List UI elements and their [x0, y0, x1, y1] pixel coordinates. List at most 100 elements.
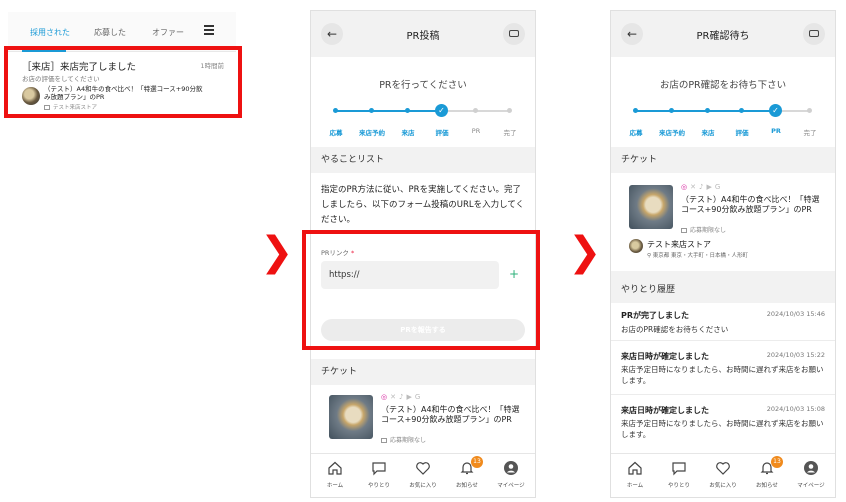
step-label-reserve: 来店予約	[659, 129, 685, 137]
nav-notifications[interactable]: 13 お知らせ	[445, 456, 489, 489]
tab-adopted[interactable]: 採用された	[30, 27, 70, 38]
flow-arrow-1: ❯	[260, 229, 294, 275]
page-title: PR投稿	[406, 31, 440, 42]
status-text: お店のPR確認をお待ち下さい	[659, 80, 787, 91]
hamburger-icon[interactable]	[204, 25, 214, 37]
instagram-icon: ◎	[381, 393, 391, 401]
ticket-name: （テスト）A4和牛の食べ比べ！「特選コース+90分飲み放題プラン」のPR	[381, 405, 520, 424]
nav-favorites-label: お気に入り	[409, 483, 437, 489]
nav-chat-label: やりとり	[667, 483, 690, 489]
chat-icon[interactable]	[803, 23, 825, 45]
chat-icon	[672, 462, 686, 476]
bottom-nav: ホーム やりとり お気に入り 13 お知らせ マイページ	[311, 453, 535, 497]
store-address: ⚲ 東京都 東京・大手町・日本橋・人形町	[647, 251, 748, 259]
user-icon	[504, 461, 518, 475]
chat-icon[interactable]	[503, 23, 525, 45]
nav-favorites-label: お気に入り	[709, 483, 737, 489]
progress-section: PRを行ってください ✓ 応募 来店予約 来店 評価 PR 完了	[311, 57, 535, 147]
step-dot-6	[507, 108, 512, 113]
status-text: PRを行ってください	[379, 80, 467, 91]
x-icon: ✕	[390, 393, 399, 401]
bottom-nav: ホーム やりとり お気に入り 13 お知らせ マイページ	[611, 453, 835, 497]
history-item: PRが完了しました 2024/10/03 15:46 お店のPR確認をお待ちくだ…	[611, 303, 835, 341]
sns-icons: ◎✕♪▶G	[381, 393, 423, 401]
history-title: 来店日時が確定しました	[621, 352, 709, 361]
home-icon	[328, 461, 342, 475]
x-icon: ✕	[690, 183, 699, 191]
step-label-review: 評価	[435, 129, 449, 137]
google-icon: G	[714, 183, 724, 191]
progress-section: お店のPR確認をお待ち下さい ✓ 応募 来店予約 来店 評価 PR 完了	[611, 57, 835, 147]
step-label-review: 評価	[735, 129, 749, 137]
chat-icon	[372, 462, 386, 476]
history-header: やりとり履歴	[611, 277, 835, 303]
step-check-icon: ✓	[435, 104, 448, 117]
instagram-icon: ◎	[681, 183, 691, 191]
step-check-icon: ✓	[769, 104, 782, 117]
nav-chat[interactable]: やりとり	[357, 460, 401, 489]
nav-chat-label: やりとり	[367, 483, 390, 489]
history-body: お店のPR確認をお待ちください	[621, 325, 729, 334]
todo-header: やることリスト	[311, 147, 535, 173]
step-label-visit: 来店	[401, 129, 415, 137]
ticket-header: チケット	[611, 147, 835, 173]
calendar-icon	[681, 228, 687, 233]
notification-badge: 13	[471, 456, 483, 468]
ticket-deadline-text: 応募期限なし	[390, 437, 427, 444]
todo-instructions: 指定のPR方法に従い、PRを実施してください。完了しましたら、以下のフォーム投稿…	[321, 185, 525, 225]
nav-notifications-label: お知らせ	[456, 483, 478, 489]
step-dot-4	[739, 108, 744, 113]
nav-favorites[interactable]: お気に入り	[701, 460, 745, 489]
tab-applied[interactable]: 応募した	[94, 27, 126, 38]
heart-icon	[416, 462, 430, 475]
tab-offers[interactable]: オファー	[152, 27, 184, 38]
google-icon: G	[414, 393, 424, 401]
heart-icon	[716, 462, 730, 475]
history-date: 2024/10/03 15:46	[766, 310, 825, 318]
step-dot-1	[333, 108, 338, 113]
history-item: 来店日時が確定しました 2024/10/03 15:22 来店予定日時になりまし…	[611, 341, 835, 395]
history-title: PRが完了しました	[621, 311, 690, 320]
nav-home[interactable]: ホーム	[613, 460, 657, 489]
nav-home[interactable]: ホーム	[313, 460, 357, 489]
ticket-deadline: 応募期限なし	[681, 225, 726, 234]
ticket-deadline: 応募期限なし	[381, 435, 426, 444]
history-item: 来店日時が確定しました 2024/10/03 15:08 来店予定日時になりまし…	[611, 395, 835, 455]
header: ← PR投稿	[311, 11, 535, 57]
notification-badge: 13	[771, 456, 783, 468]
nav-chat[interactable]: やりとり	[657, 460, 701, 489]
step-dot-1	[633, 108, 638, 113]
header: ← PR確認待ち	[611, 11, 835, 57]
nav-mypage-label: マイページ	[497, 483, 525, 489]
ticket-name: （テスト）A4和牛の食べ比べ！「特選コース+90分飲み放題プラン」のPR	[681, 195, 820, 214]
nav-mypage-label: マイページ	[797, 483, 825, 489]
history-title: 来店日時が確定しました	[621, 406, 709, 415]
step-label-apply: 応募	[629, 129, 643, 137]
step-label-visit: 来店	[701, 129, 715, 137]
ticket-thumbnail	[629, 185, 673, 229]
step-label-pr: PR	[471, 127, 481, 135]
nav-home-label: ホーム	[626, 483, 644, 489]
ticket-card[interactable]: ◎✕♪▶G （テスト）A4和牛の食べ比べ！「特選コース+90分飲み放題プラン」の…	[311, 385, 535, 455]
ticket-thumbnail	[329, 395, 373, 439]
page-title: PR確認待ち	[696, 31, 750, 42]
nav-mypage[interactable]: マイページ	[489, 460, 533, 489]
ticket-deadline-text: 応募期限なし	[690, 227, 727, 234]
step-dot-2	[369, 108, 374, 113]
nav-favorites[interactable]: お気に入り	[401, 460, 445, 489]
step-label-pr: PR	[771, 127, 781, 135]
nav-notifications[interactable]: 13 お知らせ	[745, 456, 789, 489]
nav-notifications-label: お知らせ	[756, 483, 778, 489]
history-date: 2024/10/03 15:08	[766, 405, 825, 413]
store-name[interactable]: テスト来店ストア	[647, 239, 711, 250]
ticket-card[interactable]: ◎✕♪▶G （テスト）A4和牛の食べ比べ！「特選コース+90分飲み放題プラン」の…	[611, 173, 835, 271]
home-icon	[628, 461, 642, 475]
pr-confirm-screen: ← PR確認待ち お店のPR確認をお待ち下さい ✓ 応募 来店予約 来店 評価 …	[610, 10, 836, 498]
youtube-icon: ▶	[406, 393, 415, 401]
nav-mypage[interactable]: マイページ	[789, 460, 833, 489]
progress-line-done	[335, 110, 443, 112]
sns-icons: ◎✕♪▶G	[681, 183, 723, 191]
store-avatar	[629, 239, 643, 253]
calendar-icon	[381, 438, 387, 443]
step-dot-5	[473, 108, 478, 113]
